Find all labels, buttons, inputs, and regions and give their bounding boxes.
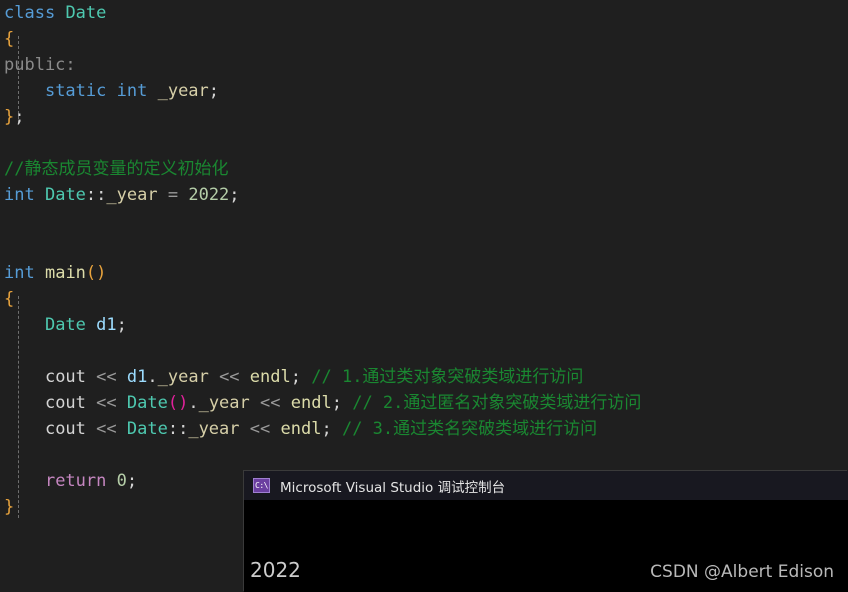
console-title: Microsoft Visual Studio 调试控制台 <box>280 479 506 496</box>
number-2022: 2022 <box>188 185 230 205</box>
code-line-16[interactable]: cout << Date()._year << endl; // 2.通过匿名对… <box>0 390 848 416</box>
semicolon-d1: ; <box>116 315 127 335</box>
type-date: Date <box>65 3 107 23</box>
ident-endl-3: endl <box>280 419 322 439</box>
semicolon-return: ; <box>126 471 138 491</box>
keyword-static: static <box>44 81 107 101</box>
code-line-8[interactable]: int Date::_year = 2022; <box>0 182 848 208</box>
type-date-anon: Date <box>126 393 168 413</box>
number-0: 0 <box>116 471 127 491</box>
semicolon-decl: ; <box>208 81 220 101</box>
code-line-12[interactable]: { <box>0 286 848 312</box>
assign-operator: = <box>167 185 179 205</box>
stream-operator-2b: << <box>260 393 281 413</box>
member-year-use-3: _year <box>188 419 240 439</box>
semicolon-cout-3: ; <box>321 419 332 439</box>
stream-operator-1b: << <box>219 367 240 387</box>
ident-cout-1: cout <box>44 367 86 387</box>
brace-close-class: } <box>4 107 15 127</box>
brace-open-main: { <box>4 289 15 309</box>
dot-operator-1: . <box>147 367 158 387</box>
semicolon-class: ; <box>14 107 25 127</box>
code-line-5[interactable]: }; <box>0 104 848 130</box>
variable-d1-use: d1 <box>126 367 148 387</box>
type-date-local: Date <box>44 315 86 335</box>
member-year-decl: _year <box>157 81 209 101</box>
member-year-use-2: _year <box>198 393 250 413</box>
access-specifier-public: public: <box>4 55 76 75</box>
comment-access-2: // 2.通过匿名对象突破类域进行访问 <box>352 393 642 413</box>
keyword-int-main: int <box>4 263 35 283</box>
console-window-icon: C:\ <box>253 478 270 493</box>
code-line-2[interactable]: { <box>0 26 848 52</box>
ident-cout-3: cout <box>44 419 86 439</box>
code-line-15[interactable]: cout << d1._year << endl; // 1.通过类对象突破类域… <box>0 364 848 390</box>
type-date-def: Date <box>44 185 86 205</box>
semicolon-cout-1: ; <box>290 367 301 387</box>
dot-operator-2: . <box>188 393 199 413</box>
code-line-17[interactable]: cout << Date::_year << endl; // 3.通过类名突破… <box>0 416 848 442</box>
variable-d1-decl: d1 <box>96 315 117 335</box>
code-line-3[interactable]: public: <box>0 52 848 78</box>
stream-operator-2a: << <box>96 393 117 413</box>
paren-main: () <box>85 263 107 283</box>
ident-endl-1: endl <box>249 367 291 387</box>
paren-anon-object: () <box>167 393 189 413</box>
scope-resolution-def: :: <box>85 185 107 205</box>
code-line-11[interactable]: int main() <box>0 260 848 286</box>
keyword-int-decl: int <box>116 81 148 101</box>
screenshot-root: class Date { public: static int _year; }… <box>0 0 848 592</box>
stream-operator-3a: << <box>96 419 117 439</box>
brace-open-class: { <box>4 29 15 49</box>
type-date-scope: Date <box>126 419 168 439</box>
member-year-use-1: _year <box>157 367 209 387</box>
code-line-13[interactable]: Date d1; <box>0 312 848 338</box>
comment-access-1: // 1.通过类对象突破类域进行访问 <box>311 367 584 387</box>
ident-endl-2: endl <box>290 393 332 413</box>
function-main: main <box>44 263 86 283</box>
watermark: CSDN @Albert Edison <box>650 562 834 582</box>
brace-close-main: } <box>4 497 15 517</box>
keyword-class: class <box>4 3 56 23</box>
semicolon-def: ; <box>229 185 240 205</box>
keyword-return: return <box>44 471 107 491</box>
keyword-int-def: int <box>4 185 35 205</box>
comment-access-3: // 3.通过类名突破类域进行访问 <box>341 419 598 439</box>
comment-static-init: //静态成员变量的定义初始化 <box>4 159 229 179</box>
scope-resolution-use: :: <box>167 419 189 439</box>
console-titlebar[interactable]: C:\ Microsoft Visual Studio 调试控制台 <box>244 471 848 500</box>
console-icon-text: C:\ <box>255 480 268 490</box>
code-line-7[interactable]: //静态成员变量的定义初始化 <box>0 156 848 182</box>
code-line-4[interactable]: static int _year; <box>0 78 848 104</box>
stream-operator-1a: << <box>96 367 117 387</box>
stream-operator-3b: << <box>249 419 271 439</box>
ident-cout-2: cout <box>44 393 86 413</box>
member-year-def: _year <box>106 185 158 205</box>
code-line-1[interactable]: class Date <box>0 0 848 26</box>
semicolon-cout-2: ; <box>331 393 342 413</box>
